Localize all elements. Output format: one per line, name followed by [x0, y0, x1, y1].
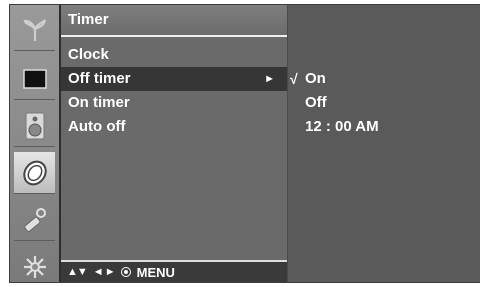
- submenu-item-label: On: [305, 70, 326, 87]
- menu-item-clock[interactable]: Clock: [61, 43, 287, 67]
- left-right-icon: ◄ ►: [92, 266, 116, 278]
- option-icon[interactable]: [14, 199, 55, 241]
- menu-item-auto-off[interactable]: Auto off: [61, 115, 287, 139]
- submenu-item-label: 12 : 00 AM: [305, 118, 379, 135]
- osd-window: Timer Clock Off timer ► On timer Auto of…: [9, 4, 480, 283]
- picture-icon[interactable]: [14, 9, 55, 51]
- submenu-item-off[interactable]: Off: [288, 91, 480, 115]
- check-icon: √: [290, 71, 298, 87]
- sound-icon[interactable]: [14, 105, 55, 147]
- ok-icon: [120, 267, 131, 277]
- arrow-right-icon: ►: [264, 73, 275, 85]
- submenu-item-label: Off: [305, 94, 327, 111]
- submenu-item-on[interactable]: √ On: [288, 67, 480, 91]
- up-down-icon: ▲▼: [67, 266, 88, 278]
- menu-item-label: Clock: [68, 46, 109, 63]
- title-divider: [61, 35, 287, 37]
- menu-item-label: Auto off: [68, 118, 126, 135]
- submenu-item-time[interactable]: 12 : 00 AM: [288, 115, 480, 139]
- sidebar: [10, 5, 61, 282]
- menu-item-on-timer[interactable]: On timer: [61, 91, 287, 115]
- menu-item-label: Off timer: [68, 70, 131, 87]
- navigation-hint-bar: ▲▼ ◄ ► MENU: [61, 260, 287, 282]
- off-timer-submenu: √ On Off 12 : 00 AM: [287, 5, 480, 282]
- screen-icon[interactable]: [14, 58, 55, 100]
- menu-title: Timer: [61, 5, 287, 35]
- menu-item-off-timer[interactable]: Off timer ►: [61, 67, 287, 91]
- timer-menu-panel: Timer Clock Off timer ► On timer Auto of…: [61, 5, 287, 282]
- time-icon[interactable]: [14, 152, 55, 194]
- setup-icon[interactable]: [14, 246, 55, 287]
- menu-label: MENU: [136, 264, 175, 280]
- menu-item-label: On timer: [68, 94, 130, 111]
